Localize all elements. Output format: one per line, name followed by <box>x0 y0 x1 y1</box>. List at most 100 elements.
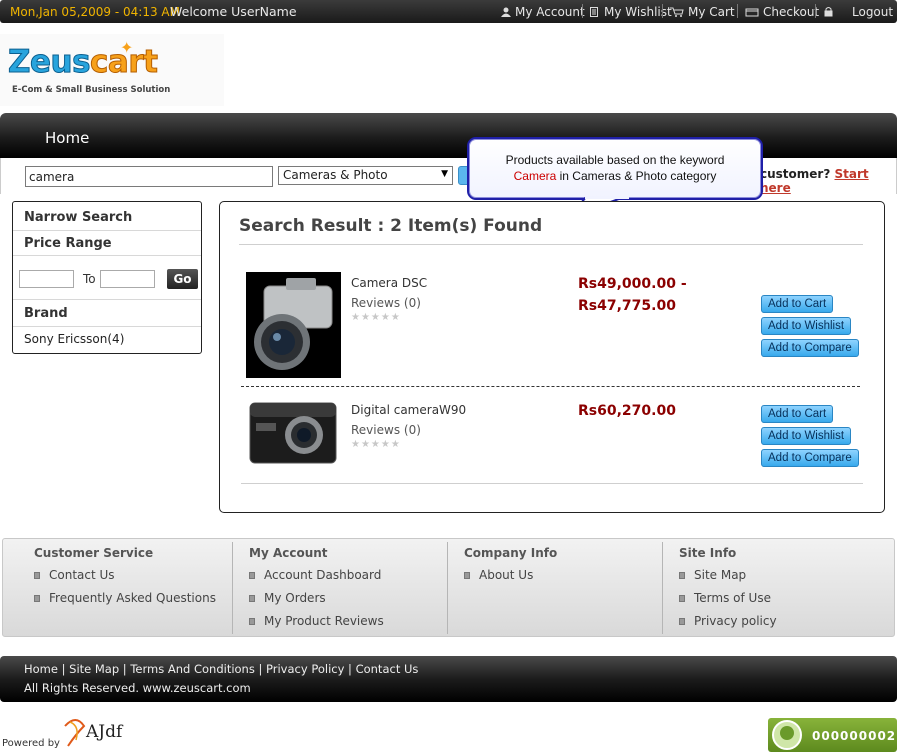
ajdf-logo[interactable]: AJdf <box>62 716 132 753</box>
product-reviews[interactable]: Reviews (0) <box>351 423 421 437</box>
product-price: Rs47,775.00 <box>578 298 676 314</box>
bullet-icon <box>249 595 255 602</box>
product-separator <box>241 386 860 387</box>
price-max-input[interactable] <box>100 270 155 288</box>
bullet-icon <box>464 572 470 579</box>
checkout-icon <box>745 6 759 17</box>
checkout-link[interactable]: Checkout <box>745 5 819 19</box>
divider <box>239 244 863 245</box>
cart-icon <box>670 6 684 17</box>
results-title: Search Result : 2 Item(s) Found <box>239 216 543 236</box>
divider <box>241 483 863 484</box>
footer-link-account-dashboard[interactable]: Account Dashboard <box>249 568 381 582</box>
callout-line1: Products available based on the keyword <box>505 153 725 167</box>
ajdf-wordmark: AJdf <box>86 722 123 742</box>
new-customer-text: customer? <box>760 167 831 181</box>
checkout-label: Checkout <box>763 5 820 19</box>
nav-home[interactable]: Home <box>45 129 89 147</box>
product-name[interactable]: Digital cameraW90 <box>351 403 466 417</box>
rating-stars-icon: ★★★★★ <box>351 439 401 450</box>
rating-stars-icon: ★★★★★ <box>351 312 401 323</box>
category-selected: Cameras & Photo <box>283 168 388 182</box>
logo[interactable]: Zeuscart <box>7 44 158 81</box>
powered-by-label: Powered by <box>2 738 60 749</box>
price-to-label: To <box>83 272 96 286</box>
camera-dsc-image <box>246 272 341 378</box>
user-icon <box>501 6 511 17</box>
add-to-cart-button[interactable]: Add to Cart <box>761 295 834 313</box>
top-divider <box>737 4 738 18</box>
footer-link-contact-us[interactable]: Contact Us <box>34 568 115 582</box>
product-price: Rs49,000.00 - <box>578 276 687 292</box>
digital-camera-image <box>249 402 337 464</box>
copyright-text: All Rights Reserved. www.zeuscart.com <box>24 681 251 695</box>
bullet-icon <box>34 595 40 602</box>
top-divider <box>582 4 583 18</box>
go-button[interactable]: Go <box>167 269 198 289</box>
divider <box>13 299 201 300</box>
logo-star-icon: ✦ <box>120 38 134 57</box>
product-thumbnail[interactable] <box>246 272 341 378</box>
footer-link-privacy-policy[interactable]: Privacy policy <box>679 614 777 628</box>
divider <box>13 230 201 231</box>
callout-line2-text: in Cameras & Photo category <box>556 169 717 183</box>
my-account-link[interactable]: My Account <box>501 5 585 19</box>
search-input[interactable] <box>25 166 273 187</box>
add-to-compare-button[interactable]: Add to Compare <box>761 449 859 467</box>
site-info-heading: Site Info <box>679 546 737 560</box>
bullet-icon <box>679 572 685 579</box>
footer-divider <box>232 542 233 634</box>
price-min-input[interactable] <box>19 270 74 288</box>
footer-divider <box>447 542 448 634</box>
add-to-wishlist-button[interactable]: Add to Wishlist <box>761 427 852 445</box>
footer-link-my-product-reviews[interactable]: My Product Reviews <box>249 614 384 628</box>
bullet-icon <box>34 572 40 579</box>
add-to-compare-button[interactable]: Add to Compare <box>761 339 859 357</box>
price-range-heading: Price Range <box>24 236 112 251</box>
brand-filter-item[interactable]: Sony Ericsson(4) <box>24 332 124 346</box>
footer-link-site-map[interactable]: Site Map <box>679 568 746 582</box>
divider <box>13 326 201 327</box>
footer-link-faq[interactable]: Frequently Asked Questions <box>34 591 216 605</box>
add-to-cart-button[interactable]: Add to Cart <box>761 405 834 423</box>
footer-link-my-orders[interactable]: My Orders <box>249 591 326 605</box>
logout-link[interactable]: Logout <box>824 5 893 19</box>
visitor-count: 000000002 <box>812 729 897 743</box>
lock-icon <box>824 6 834 17</box>
logo-tagline: E-Com & Small Business Solution <box>12 85 171 95</box>
my-account-label: My Account <box>515 5 585 19</box>
top-divider <box>815 4 816 18</box>
counter-globe-icon <box>772 720 802 750</box>
my-cart-link[interactable]: My Cart <box>670 5 735 19</box>
callout-annotation: Products available based on the keyword … <box>467 137 763 200</box>
category-select[interactable]: Cameras & Photo ▼ <box>278 166 453 185</box>
callout-line2: Camera in Cameras & Photo category <box>469 168 761 184</box>
customer-service-heading: Customer Service <box>34 546 154 560</box>
top-divider <box>662 4 663 18</box>
product-price: Rs60,270.00 <box>578 403 676 419</box>
brand-heading: Brand <box>24 306 68 321</box>
bottom-links[interactable]: Home | Site Map | Terms And Conditions |… <box>24 662 418 676</box>
logout-label: Logout <box>852 5 894 19</box>
product-name[interactable]: Camera DSC <box>351 276 427 290</box>
current-date: Mon,Jan 05,2009 - 04:13 AM <box>10 5 180 19</box>
bullet-icon <box>249 572 255 579</box>
bullet-icon <box>679 595 685 602</box>
footer-divider <box>662 542 663 634</box>
welcome-text: Welcome UserName <box>170 4 297 19</box>
new-customer-prompt: customer? Start here <box>760 167 897 195</box>
my-cart-label: My Cart <box>688 5 735 19</box>
company-info-heading: Company Info <box>464 546 558 560</box>
my-wishlist-link[interactable]: My Wishlist <box>590 5 672 19</box>
add-to-wishlist-button[interactable]: Add to Wishlist <box>761 317 852 335</box>
dropdown-arrow-icon: ▼ <box>441 169 448 179</box>
divider <box>13 255 201 256</box>
footer-link-about-us[interactable]: About Us <box>464 568 533 582</box>
bullet-icon <box>249 618 255 625</box>
narrow-search-heading: Narrow Search <box>24 210 133 225</box>
bullet-icon <box>679 618 685 625</box>
product-thumbnail[interactable] <box>246 399 341 470</box>
footer-link-terms-of-use[interactable]: Terms of Use <box>679 591 771 605</box>
product-reviews[interactable]: Reviews (0) <box>351 296 421 310</box>
narrow-search-panel: Narrow Search Price Range To Go Brand So… <box>12 201 202 354</box>
